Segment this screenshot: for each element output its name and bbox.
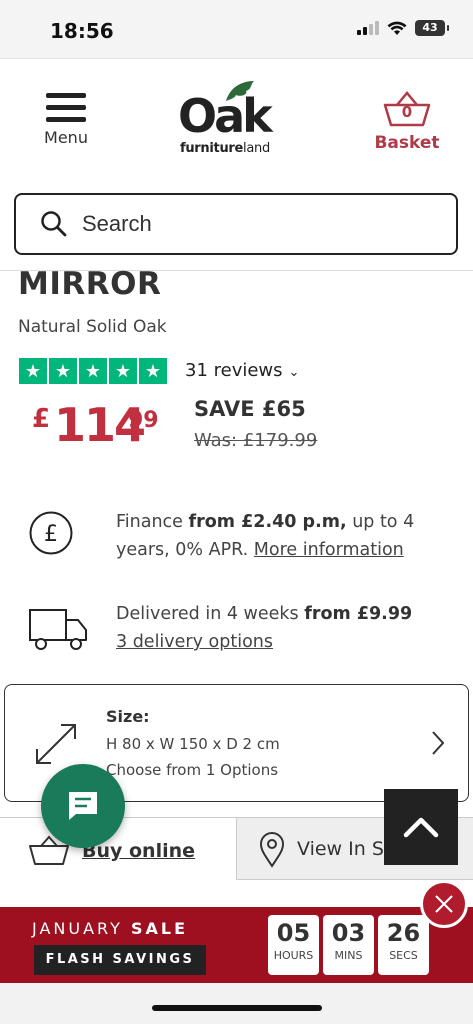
star-icon: ★ (79, 358, 107, 384)
chevron-up-icon (403, 817, 439, 838)
more-information-link[interactable]: More information (254, 540, 404, 560)
location-pin-icon (259, 832, 285, 868)
flash-savings-label: FLASH SAVINGS (34, 945, 206, 975)
basket-button[interactable]: 0 Basket (371, 89, 443, 153)
status-bar: 18:56 43 (0, 0, 473, 58)
delivery-options-link[interactable]: 3 delivery options (116, 632, 273, 652)
countdown-hours: 05 HOURS (268, 915, 319, 975)
basket-label: Basket (374, 133, 440, 153)
reviews-link[interactable]: 31 reviews ⌄ (185, 360, 299, 381)
price-currency: £ (32, 404, 51, 434)
menu-button[interactable]: Menu (36, 93, 96, 147)
delivery-text: Delivered in 4 weeks from £9.99 3 deliver… (116, 604, 413, 652)
site-header: Menu Oak furnitureland 0 Basket (0, 58, 473, 170)
finance-text: Finance from £2.40 p.m, up to 4 years, 0… (116, 512, 415, 560)
chevron-down-icon: ⌄ (288, 365, 300, 380)
resize-arrows-icon (36, 724, 76, 764)
search-icon (41, 211, 67, 237)
star-icon: ★ (139, 358, 167, 384)
search-bar (14, 193, 458, 255)
product-subtitle: Natural Solid Oak (18, 317, 167, 337)
sale-banner[interactable]: JANUARY SALE FLASH SAVINGS 05 HOURS 03 M… (0, 907, 473, 983)
logo-word: Oak (178, 89, 273, 143)
star-icon: ★ (109, 358, 137, 384)
price-cents: 99 (128, 408, 159, 433)
chat-bubble-icon (69, 792, 97, 820)
close-banner-button[interactable] (420, 880, 468, 928)
pound-circle-icon: £ (29, 511, 73, 555)
was-price: Was: £179.99 (194, 430, 318, 451)
status-icons: 43 (357, 20, 449, 36)
home-indicator-area (0, 983, 473, 1024)
battery-icon: 43 (415, 20, 449, 36)
delivery-truck-icon (29, 609, 87, 650)
size-label: Size: (106, 707, 150, 726)
countdown-seconds: 26 SECS (378, 915, 429, 975)
size-dimensions: H 80 x W 150 x D 2 cm (106, 735, 280, 753)
chevron-right-icon (432, 731, 445, 755)
signal-icon (357, 21, 379, 35)
logo-subtitle: furnitureland (180, 141, 270, 156)
site-logo[interactable]: Oak furnitureland (178, 81, 298, 161)
star-icon: ★ (19, 358, 47, 384)
product-title: MIRROR (18, 266, 162, 302)
status-time: 18:56 (50, 19, 114, 43)
star-icon: ★ (49, 358, 77, 384)
rating-stars[interactable]: ★ ★ ★ ★ ★ (19, 358, 167, 384)
hamburger-icon (46, 93, 86, 122)
sale-title: JANUARY SALE (32, 919, 188, 938)
size-options-count: Choose from 1 Options (106, 761, 279, 779)
home-indicator[interactable] (152, 1005, 322, 1011)
back-to-top-button[interactable] (384, 789, 458, 865)
wifi-icon (387, 21, 407, 35)
search-input[interactable] (82, 211, 402, 237)
svg-text:£: £ (44, 522, 58, 547)
countdown-minutes: 03 MINS (323, 915, 374, 975)
close-icon (435, 895, 453, 913)
chat-button[interactable] (41, 764, 125, 848)
menu-label: Menu (44, 128, 88, 147)
save-amount: SAVE £65 (194, 397, 306, 421)
basket-count: 0 (401, 103, 413, 121)
